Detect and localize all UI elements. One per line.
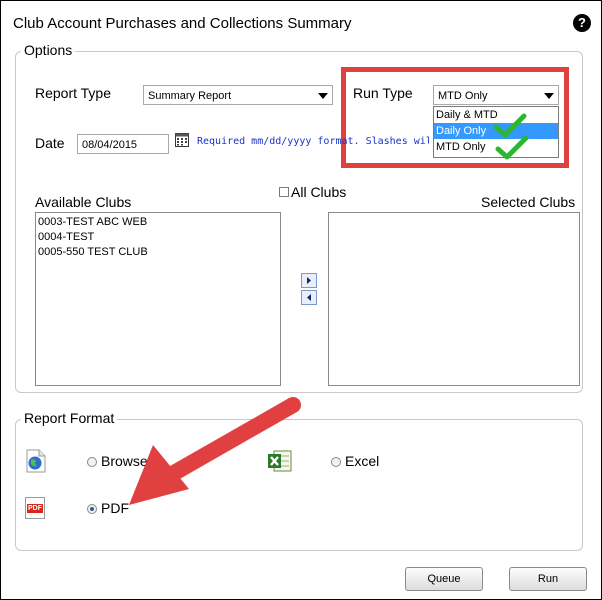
report-format-legend: Report Format xyxy=(21,410,118,426)
available-clubs-list[interactable]: 0003-TEST ABC WEB 0004-TEST 0005-550 TES… xyxy=(35,212,281,386)
excel-radio[interactable] xyxy=(331,457,341,467)
options-legend: Options xyxy=(21,42,76,58)
excel-label: Excel xyxy=(345,453,380,469)
report-type-label: Report Type xyxy=(35,85,112,101)
browser-icon xyxy=(26,449,46,473)
list-item[interactable]: 0003-TEST ABC WEB xyxy=(38,215,278,230)
selected-clubs-label: Selected Clubs xyxy=(481,194,576,210)
selected-clubs-list[interactable] xyxy=(328,212,580,386)
pdf-radio[interactable] xyxy=(87,504,97,514)
pdf-icon-badge: PDF xyxy=(27,504,43,513)
arrow-left-icon xyxy=(307,294,311,301)
list-item[interactable]: 0004-TEST xyxy=(38,230,278,245)
move-right-button[interactable] xyxy=(301,273,317,288)
date-label: Date xyxy=(35,135,65,151)
highlight-box xyxy=(341,67,569,168)
report-type-value: Summary Report xyxy=(148,90,232,102)
pdf-icon: PDF xyxy=(25,497,45,519)
list-item[interactable]: 0005-550 TEST CLUB xyxy=(38,245,278,260)
report-type-select[interactable]: Summary Report xyxy=(143,85,333,105)
date-input[interactable]: 08/04/2015 xyxy=(77,134,169,154)
calendar-icon[interactable] xyxy=(175,133,189,147)
annotation-arrow-icon xyxy=(129,397,301,505)
dialog-title: Club Account Purchases and Collections S… xyxy=(13,15,352,32)
all-clubs-label: All Clubs xyxy=(291,184,347,200)
run-button[interactable]: Run xyxy=(509,567,587,591)
chevron-down-icon xyxy=(318,93,328,99)
browser-radio[interactable] xyxy=(87,457,97,467)
all-clubs-checkbox[interactable] xyxy=(279,187,289,197)
arrow-right-icon xyxy=(307,277,311,284)
queue-button[interactable]: Queue xyxy=(405,567,483,591)
help-icon[interactable]: ? xyxy=(573,14,591,32)
date-format-hint: Required mm/dd/yyyy format. Slashes will… xyxy=(197,136,429,147)
move-left-button[interactable] xyxy=(301,290,317,305)
available-clubs-label: Available Clubs xyxy=(35,194,132,210)
report-dialog: Club Account Purchases and Collections S… xyxy=(0,0,602,600)
